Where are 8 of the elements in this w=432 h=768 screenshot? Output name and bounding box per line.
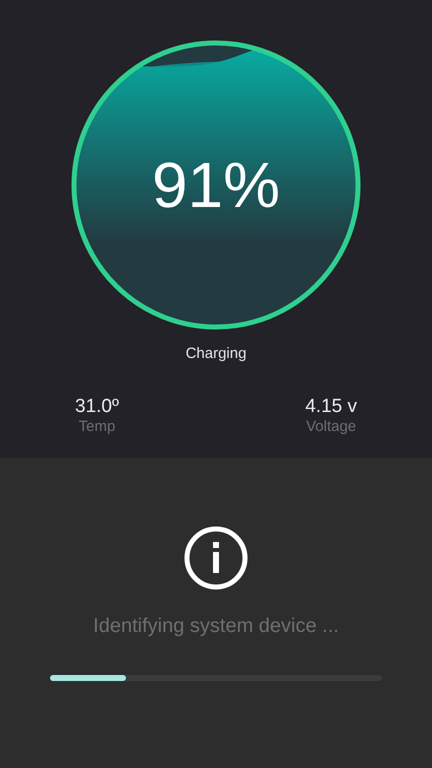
stat-value: 4.15 v [305,396,357,418]
stat-label: Voltage [306,418,356,436]
status-message: Identifying system device ... [93,614,339,639]
stat-value: 31.0º [75,396,119,418]
stat-label: Temp [78,418,116,436]
info-icon [183,525,249,591]
battery-percent: 91% [152,153,280,217]
charging-status: Charging [186,344,246,364]
